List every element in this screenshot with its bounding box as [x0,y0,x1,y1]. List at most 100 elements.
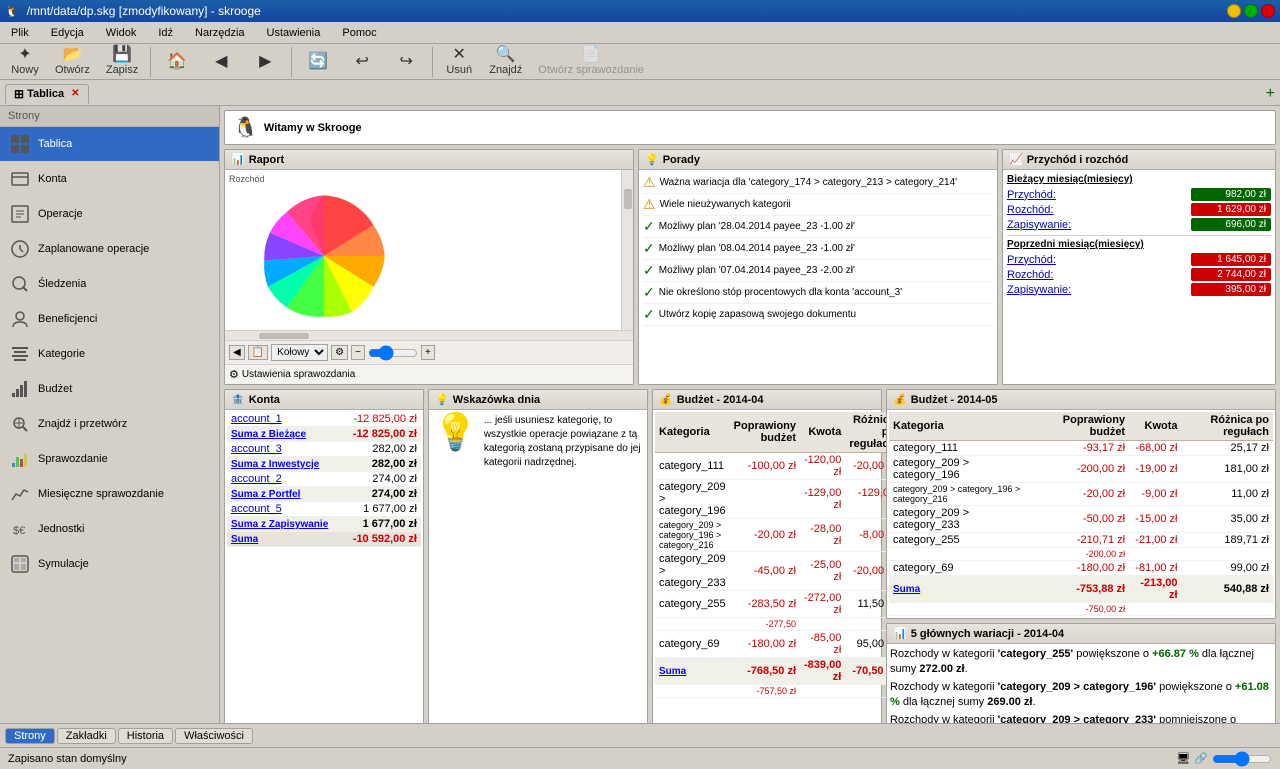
account-3-link[interactable]: account_3 [231,443,282,455]
account-1-link[interactable]: account_1 [231,413,282,425]
budget-may-panel: 💰 Budżet - 2014-05 Kategoria Poprawiony … [886,389,1276,619]
delete-icon: ✕ [453,47,466,63]
sum-zapisywanie-link[interactable]: Suma z Zapisywanie [231,519,328,530]
new-button[interactable]: ✦ Nowy [5,44,45,79]
income-link[interactable]: Przychód: [1007,189,1056,201]
chart-label: Rozchód [229,174,617,184]
zoom-out-button[interactable]: − [351,345,365,360]
report-label: Otwórz sprawozdanie [538,64,644,76]
tab-close-button[interactable]: ✕ [71,88,79,99]
sidebar-label-zaplanowane: Zaplanowane operacje [38,243,149,255]
sidebar-label-tablica: Tablica [38,138,72,150]
prev-expense-row: Rozchód: 2 744,00 zł [1007,268,1271,281]
sum-inwest-link[interactable]: Suma z Inwestycje [231,459,319,470]
total-row: Suma -753,88 zł -213,00 zł 540,88 zł [889,576,1273,603]
menu-widok[interactable]: Widok [100,25,143,41]
account-5-link[interactable]: account_5 [231,503,282,515]
prev-income-link[interactable]: Przychód: [1007,254,1056,266]
report-scrollbar[interactable] [621,170,633,330]
open-button[interactable]: 📂 Otwórz [49,44,96,79]
budget-april-title: Budżet - 2014-04 [677,394,764,406]
menu-pomoc[interactable]: Pomoc [336,25,382,41]
sidebar-item-zaplanowane[interactable]: Zaplanowane operacje [0,232,219,267]
sub2-cat [655,685,730,698]
zoom-in-button[interactable]: + [421,345,435,360]
budget-may-header: 💰 Budżet - 2014-05 [887,390,1275,410]
sidebar-item-konta[interactable]: Konta [0,162,219,197]
find-icon: 🔍 [496,47,516,63]
account-2-link[interactable]: account_2 [231,473,282,485]
menu-edycja[interactable]: Edycja [45,25,90,41]
settings-label: Ustawienia sprawozdania [242,369,355,380]
separator-1 [150,47,151,77]
table-row: -277,50 [655,618,899,631]
sidebar-item-operacje[interactable]: Operacje [0,197,219,232]
menu-idz[interactable]: Idź [152,25,179,41]
sidebar-item-kategorie[interactable]: Kategorie [0,337,219,372]
add-tab-button[interactable]: + [1266,85,1275,103]
zoom-slider[interactable] [368,345,418,361]
zoom-status-slider[interactable] [1212,751,1272,767]
find-button[interactable]: 🔍 Znajdź [483,44,528,79]
cat-111-amount: -120,00 zł [800,453,845,480]
bottom-tab-zakladki[interactable]: Zakładki [57,728,116,744]
total-link[interactable]: Suma [231,534,258,545]
sidebar-label-operacje: Operacje [38,208,83,220]
accounts-icon: 🏦 [231,393,245,406]
may-cat-216: category_209 > category_196 > category_2… [889,483,1035,506]
var-sum-0: 272.00 zł [919,663,964,675]
maximize-button[interactable] [1244,4,1258,18]
sum-inwest-amount: 282,00 zł [342,457,421,472]
menu-plik[interactable]: Plik [5,25,35,41]
table-row: account_1 -12 825,00 zł [227,412,421,427]
bottom-tab-historia[interactable]: Historia [118,728,173,744]
prev-save-link[interactable]: Zapisywanie: [1007,284,1071,296]
chart-type-select[interactable]: Kołowy [271,344,328,361]
sum-biezace-link[interactable]: Suma z Bieżące [231,429,306,440]
may-total-diff: 540,88 zł [1182,576,1274,603]
redo-button[interactable]: ↪ [386,51,426,73]
may-sub2-budget: -750,00 zł [1035,603,1129,616]
bottom-tab-strony[interactable]: Strony [5,728,55,744]
open-report-button[interactable]: 📄 Otwórz sprawozdanie [532,44,650,79]
menu-ustawienia[interactable]: Ustawienia [261,25,327,41]
close-button[interactable] [1261,4,1275,18]
col-kategoria-may: Kategoria [889,412,1035,441]
tab-tablica[interactable]: ⊞ Tablica ✕ [5,84,89,104]
bottom-tab-wlasciwosci[interactable]: Właściwości [175,728,253,744]
cat-69: category_69 [655,631,730,658]
sidebar-item-jednostki[interactable]: $€ Jednostki [0,512,219,547]
refresh-button[interactable]: 🔄 [298,51,338,73]
home-button[interactable]: 🏠 [157,51,197,73]
chart-settings-button[interactable]: ⚙ [331,345,348,360]
back-button[interactable]: ◀ [201,51,241,73]
sidebar-item-tablica[interactable]: Tablica [0,127,219,162]
undo-button[interactable]: ↩ [342,51,382,73]
prev-income-value: 1 645,00 zł [1191,253,1271,266]
save-button[interactable]: 💾 Zapisz [100,44,144,79]
prev-month-label: Poprzedni miesiąc(miesięcy) [1007,239,1271,250]
report-copy-button[interactable]: 📋 [248,345,268,360]
cat-69-amount: -85,00 zł [800,631,845,658]
sidebar-item-symulacje[interactable]: Symulacje [0,547,219,582]
sidebar-item-sprawozdanie[interactable]: Sprawozdanie [0,442,219,477]
sum-portfel-link[interactable]: Suma z Portfel [231,489,300,500]
table-row: category_69 -180,00 zł -81,00 zł 99,00 z… [889,561,1273,576]
minimize-button[interactable] [1227,4,1241,18]
total-budget-apr: -768,50 zł [730,658,800,685]
h-scrollbar[interactable] [225,330,633,340]
sidebar-item-budzet[interactable]: Budżet [0,372,219,407]
sidebar-item-sledzenia[interactable]: Śledzenia [0,267,219,302]
sidebar-item-znajdz[interactable]: Znajdź i przetwórz [0,407,219,442]
prev-expense-link[interactable]: Rozchód: [1007,269,1053,281]
sidebar-item-miesieczne[interactable]: Miesięczne sprawozdanie [0,477,219,512]
report-settings-link[interactable]: ⚙ Ustawienia sprawozdania [225,364,633,384]
expense-link[interactable]: Rozchód: [1007,204,1053,216]
save-link[interactable]: Zapisywanie: [1007,219,1071,231]
forward-button[interactable]: ▶ [245,51,285,73]
report-back-button[interactable]: ◀ [229,345,245,360]
delete-button[interactable]: ✕ Usuń [439,44,479,79]
table-row: -750,00 zł [889,603,1273,616]
menu-narzedzia[interactable]: Narzędzia [189,25,251,41]
sidebar-item-beneficjenci[interactable]: Beneficjenci [0,302,219,337]
